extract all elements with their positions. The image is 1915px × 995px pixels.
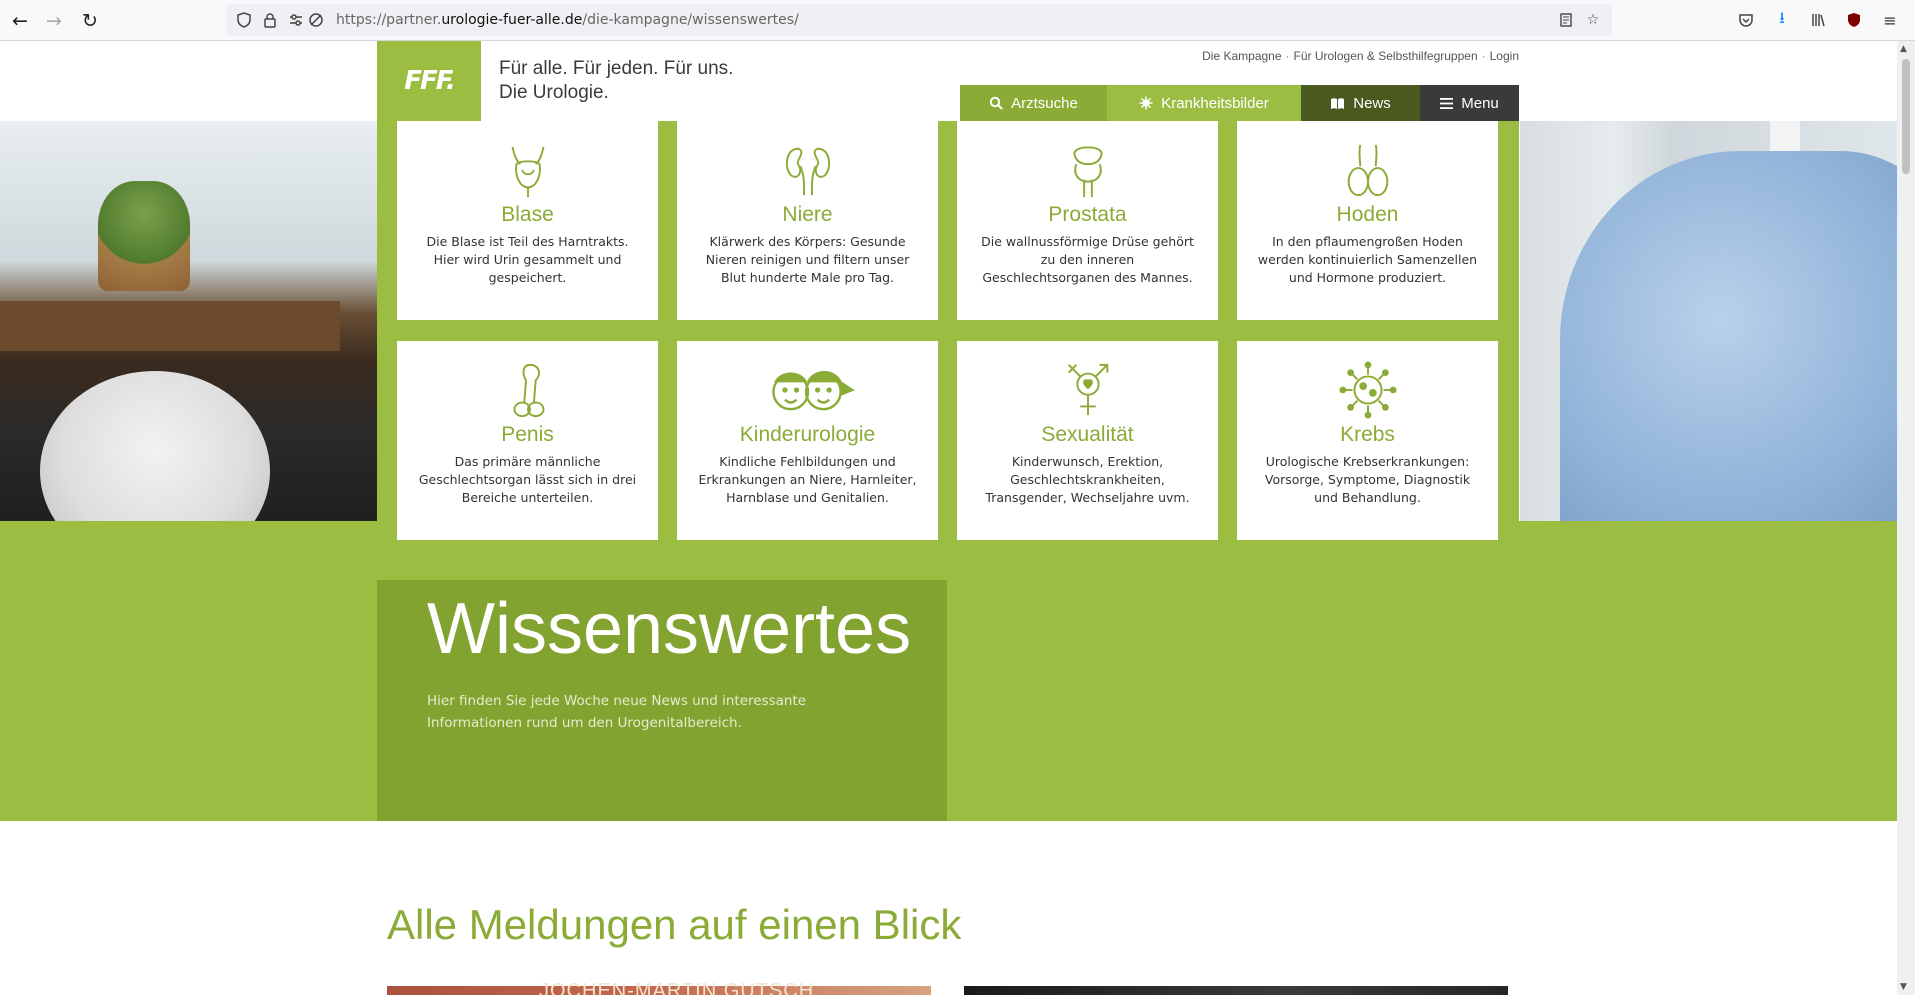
card-desc: Klärwerk des Körpers: Gesunde Nieren rei… [705, 234, 910, 285]
nav-arztsuche[interactable]: Arztsuche [960, 85, 1107, 121]
link-separator: · [1285, 49, 1290, 63]
virus-icon [1139, 96, 1153, 110]
children-faces-icon [771, 371, 855, 411]
shield-icon[interactable] [234, 10, 254, 30]
scroll-up-icon[interactable]: ▲ [1900, 44, 1907, 54]
nav-krankheitsbilder-label: Krankheitsbilder [1161, 94, 1269, 112]
downloads-icon[interactable]: ⭳ [1770, 8, 1794, 32]
cancer-cell-icon [1338, 361, 1397, 419]
nav-news[interactable]: News [1301, 85, 1420, 121]
card-niere[interactable]: Niere Klärwerk des Körpers: Gesunde Nier… [677, 121, 938, 320]
bladder-icon [511, 146, 544, 198]
page-scrollbar[interactable]: ▲ ▼ [1897, 41, 1915, 995]
card-desc: Kindliche Fehlbildungen und Erkrankungen… [698, 454, 917, 505]
card-title: Sexualität [1041, 423, 1134, 446]
scrollbar-thumb[interactable] [1902, 59, 1910, 174]
permissions-icon[interactable] [286, 10, 306, 30]
nav-menu[interactable]: Menu [1420, 85, 1519, 121]
card-desc: In den pflaumengroßen Hoden werden konti… [1257, 234, 1478, 285]
address-bar[interactable]: https://partner.urologie-fuer-alle.de/di… [226, 4, 1612, 36]
news-thumbnail[interactable] [964, 986, 1508, 995]
lock-icon[interactable] [260, 10, 280, 30]
page-title: Wissenswertes [427, 589, 912, 669]
penis-icon [513, 363, 544, 418]
testicles-icon [1347, 144, 1388, 197]
gender-symbol-icon [1067, 363, 1108, 416]
card-desc: Urologische Krebserkrankungen: Vorsorge,… [1264, 454, 1471, 505]
page-viewport: FFF. Für alle. Für jeden. Für uns. Die U… [0, 41, 1897, 995]
link-fuer-urologen[interactable]: Für Urologen & Selbsthilfegruppen [1294, 49, 1478, 63]
card-blase[interactable]: Blase Die Blase ist Teil des Harntrakts.… [397, 121, 658, 320]
card-kinderurologie[interactable]: Kinderurologie Kindliche Fehlbildungen u… [677, 341, 938, 540]
tracking-protection-icon[interactable] [306, 10, 326, 30]
kidney-icon [785, 147, 830, 196]
card-krebs[interactable]: Krebs Urologische Krebserkrankungen: Vor… [1237, 341, 1498, 540]
tagline-line-2: Die Urologie. [499, 82, 609, 103]
url-text[interactable]: https://partner.urologie-fuer-alle.de/di… [336, 12, 799, 28]
card-hoden[interactable]: Hoden In den pflaumengroßen Hoden werden… [1237, 121, 1498, 320]
card-title: Niere [782, 203, 833, 226]
news-thumbnail-text: JOCHEN-MARTIN GUTSCH [539, 980, 815, 995]
scroll-down-icon[interactable]: ▼ [1900, 982, 1907, 992]
card-desc: Die wallnussförmige Drüse gehört zu den … [981, 234, 1194, 285]
card-desc: Kinderwunsch, Erektion, Geschlechtskrank… [985, 454, 1190, 505]
card-desc: Das primäre männliche Geschlechtsorgan l… [418, 454, 637, 505]
book-icon [1331, 97, 1345, 109]
nav-news-label: News [1353, 94, 1391, 112]
top-links: Die Kampagne · Für Urologen & Selbsthilfeg… [1202, 49, 1519, 63]
site-logo[interactable]: FFF. [377, 41, 481, 121]
card-title: Penis [501, 423, 554, 446]
card-prostata[interactable]: Prostata Die wallnussförmige Drüse gehör… [957, 121, 1218, 320]
intro-text: Hier finden Sie jede Woche neue News und… [427, 693, 807, 731]
reload-icon[interactable]: ↻ [78, 9, 102, 33]
logo-text: FFF. [404, 66, 455, 96]
search-icon [989, 96, 1003, 110]
bookmark-star-icon[interactable]: ☆ [1583, 10, 1603, 30]
card-title: Hoden [1336, 203, 1399, 226]
nav-arztsuche-label: Arztsuche [1011, 94, 1078, 112]
link-login[interactable]: Login [1490, 49, 1519, 63]
card-penis[interactable]: Penis Das primäre männliche Geschlechtso… [397, 341, 658, 540]
intro-box: Wissenswertes Hier finden Sie jede Woche… [377, 580, 947, 821]
card-title: Prostata [1048, 203, 1127, 226]
ublock-icon[interactable] [1842, 8, 1866, 32]
news-section-title: Alle Meldungen auf einen Blick [387, 901, 962, 948]
pocket-icon[interactable] [1734, 8, 1758, 32]
link-die-kampagne[interactable]: Die Kampagne [1202, 49, 1281, 63]
main-nav: Arztsuche Krankheitsbilder News Menu [960, 85, 1519, 121]
back-icon[interactable]: ← [8, 9, 32, 33]
prostate-icon [1073, 146, 1102, 198]
hero-photo-left [0, 121, 377, 521]
krankheitsbilder-dropdown: Blase Die Blase ist Teil des Harntrakts.… [377, 121, 1519, 561]
content-frame: FFF. Für alle. Für jeden. Für uns. Die U… [377, 41, 1519, 995]
card-title: Krebs [1340, 423, 1395, 446]
browser-toolbar: ← → ↻ https://partner.urologie-fuer-alle… [0, 0, 1915, 41]
library-icon[interactable] [1806, 8, 1830, 32]
card-desc: Die Blase ist Teil des Harntrakts. Hier … [426, 234, 629, 285]
card-sexualitaet[interactable]: Sexualität Kinderwunsch, Erektion, Gesch… [957, 341, 1218, 540]
reader-view-icon[interactable] [1556, 10, 1576, 30]
link-separator: · [1481, 49, 1486, 63]
site-tagline: Für alle. Für jeden. Für uns. Die Urolog… [499, 57, 733, 105]
hamburger-menu-icon[interactable]: ≡ [1878, 8, 1902, 32]
forward-icon[interactable]: → [42, 9, 66, 33]
tagline-line-1: Für alle. Für jeden. Für uns. [499, 58, 734, 79]
news-thumbnail[interactable]: JOCHEN-MARTIN GUTSCH [387, 980, 931, 995]
nav-krankheitsbilder[interactable]: Krankheitsbilder [1107, 85, 1301, 121]
card-title: Blase [501, 203, 554, 226]
nav-menu-label: Menu [1461, 94, 1499, 112]
card-title: Kinderurologie [739, 423, 876, 446]
hero-photo-right [1520, 121, 1897, 521]
hamburger-icon [1440, 97, 1454, 109]
